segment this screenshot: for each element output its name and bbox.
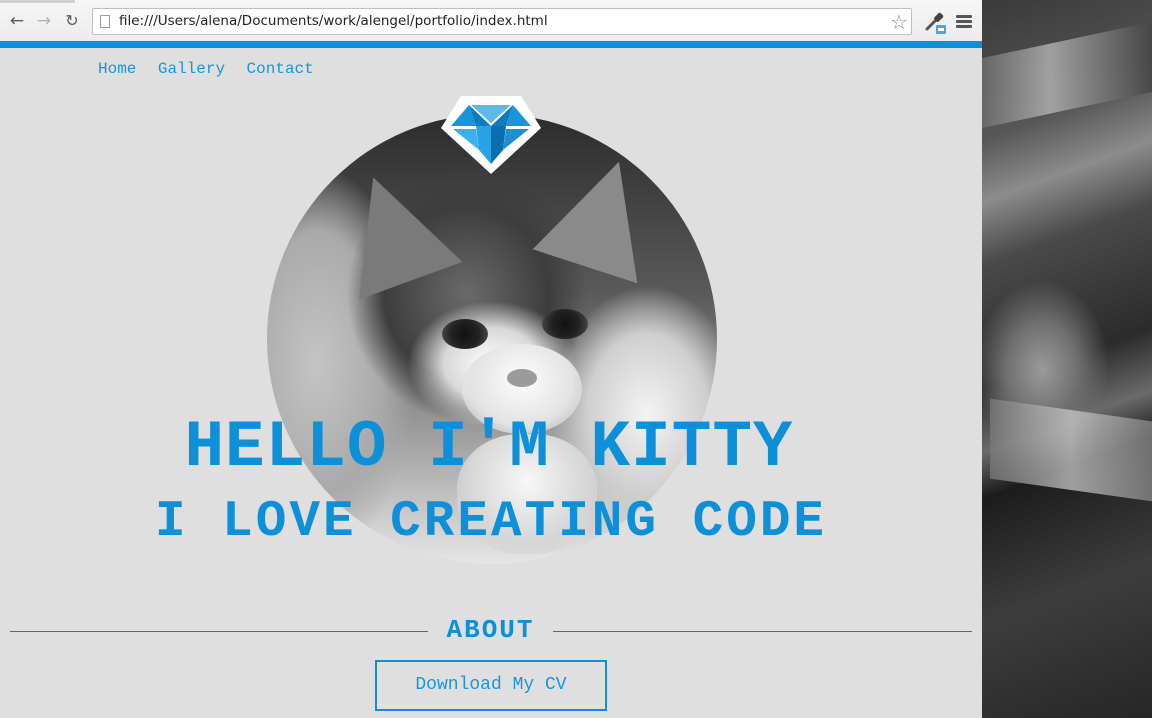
hero-title: HELLO I'M KITTY — [184, 410, 794, 485]
kitten-ear — [321, 158, 463, 300]
kitten-eye — [542, 309, 588, 339]
nav-link-gallery[interactable]: Gallery — [158, 60, 225, 78]
menu-icon[interactable] — [956, 15, 972, 29]
header-accent-bar — [0, 41, 982, 48]
browser-window: ← → ↻ file:///Users/alena/Documents/work… — [0, 0, 982, 718]
address-bar[interactable]: file:///Users/alena/Documents/work/aleng… — [92, 8, 912, 35]
browser-toolbar: ← → ↻ file:///Users/alena/Documents/work… — [0, 0, 982, 42]
kitten-nose — [507, 369, 537, 387]
back-button[interactable]: ← — [7, 11, 27, 31]
hero-subtitle: I LOVE CREATING CODE — [154, 494, 828, 551]
nav-link-contact[interactable]: Contact — [247, 60, 314, 78]
about-heading: ABOUT — [446, 615, 535, 645]
divider-line — [10, 631, 428, 632]
download-cv-button[interactable]: Download My CV — [375, 660, 607, 711]
eyedropper-extension-icon[interactable] — [922, 10, 948, 36]
forward-button[interactable]: → — [34, 11, 54, 31]
kitten-ear — [532, 144, 672, 284]
tab-strip-edge — [0, 0, 75, 3]
kitten-eye — [442, 319, 488, 349]
site-logo-icon — [441, 96, 541, 174]
reload-button[interactable]: ↻ — [62, 11, 82, 31]
divider-line — [553, 631, 972, 632]
page-icon — [100, 15, 110, 28]
bookmark-star-icon[interactable]: ☆ — [890, 10, 908, 34]
url-text[interactable]: file:///Users/alena/Documents/work/aleng… — [119, 13, 548, 29]
site-nav: Home Gallery Contact — [98, 60, 331, 78]
nav-link-home[interactable]: Home — [98, 60, 136, 78]
